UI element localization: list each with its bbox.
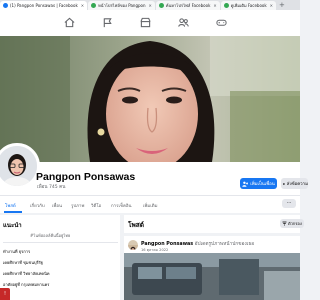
tab-more[interactable]: เพิ่มเติม [143,202,158,209]
intro-work: ทำงานที่ ธุรการ [3,249,31,254]
post-action: อัปเดตรูปภาพหน้าปกของเธอ [194,242,255,247]
profile-name: Pangpon Ponsawas [36,171,136,183]
browser-tab-4[interactable]: ดูเพิ่มเติม Facebook ✕ [220,1,277,10]
groups-icon[interactable] [176,15,190,29]
close-icon[interactable]: ✕ [213,3,216,8]
posts-header: โพสต์ ตัวกรอง [124,215,304,233]
add-friend-button[interactable]: เพิ่มเป็นเพื่อน [240,178,277,189]
tab-checkins[interactable]: การเช็คอิน [111,202,132,209]
intro-bio: #ไนท์ฮอลล์คืนนี้อยู่ไทย [30,233,71,238]
filter-label: ตัวกรอง [288,221,302,226]
post-photo[interactable] [124,253,300,300]
messenger-icon [283,182,285,185]
facebook-icon [3,3,8,8]
marketplace-icon[interactable] [138,15,152,29]
tab-photos[interactable]: รูปภาพ [71,202,84,209]
tab-videos[interactable]: วิดีโอ [91,202,101,209]
flag-icon[interactable] [100,15,114,29]
cover-photo[interactable] [0,36,300,162]
filter-button[interactable]: ตัวกรอง [280,219,304,228]
browser-tab-3[interactable]: ค้นหาโปรไฟล์ Facebook ✕ [155,1,220,10]
divider [3,242,118,243]
home-icon[interactable] [62,15,76,29]
message-button[interactable]: ส่งข้อความ [281,178,308,189]
page-icon [91,3,97,8]
intro-title: แนะนำ [3,222,22,229]
friends-count[interactable]: เพื่อน 745 คน [37,184,65,191]
more-options-button[interactable]: ··· [282,199,296,208]
intro-school-2: เคยศึกษาที่ วิทยาลัยเทคนิค [3,271,50,276]
posts-title: โพสต์ [128,221,144,229]
add-friend-icon [242,181,249,187]
tab-posts[interactable]: โพสต์ [5,202,16,209]
close-icon[interactable]: ✕ [270,3,273,8]
tab-label: ดูเพิ่มเติม Facebook [230,3,267,8]
filter-icon [282,221,287,226]
tab-label: (1) Pangpon Ponsawas | Facebook [10,3,78,8]
post-card: Pangpon Ponsawas อัปเดตรูปภาพหน้าปกของเธ… [124,236,300,300]
tab-friends[interactable]: เพื่อน [52,202,62,209]
intro-lives: อาศัยอยู่ที่ กรุงเทพมหานคร [3,282,50,287]
warning-badge[interactable]: ! [0,288,10,300]
intro-card: แนะนำ #ไนท์ฮอลล์คืนนี้อยู่ไทย ทำงานที่ ธ… [0,215,120,300]
page-icon [223,3,229,8]
close-icon[interactable]: ✕ [149,3,152,8]
post-author-avatar[interactable] [128,240,138,250]
tab-about[interactable]: เกี่ยวกับ [30,202,45,209]
close-icon[interactable]: ✕ [81,3,84,8]
tab-label: ค้นหาโปรไฟล์ Facebook [165,3,211,8]
new-tab-button[interactable]: + [279,0,285,10]
facebook-top-nav [0,10,300,37]
browser-tab-strip: (1) Pangpon Ponsawas | Facebook ✕ หน้าโป… [0,0,300,10]
message-label: ส่งข้อความ [286,182,308,187]
browser-tab-facebook-profile[interactable]: (1) Pangpon Ponsawas | Facebook ✕ [0,1,88,10]
tab-label: หน้าโปรไฟล์ของ Pangpon [98,3,146,8]
add-friend-label: เพิ่มเป็นเพื่อน [250,182,275,187]
profile-tabs: โพสต์ เกี่ยวกับ เพื่อน รูปภาพ วิดีโอ การ… [0,195,300,213]
intro-school-1: เคยศึกษาที่ ชุมชนบุรีรัฐ [3,260,43,265]
page-icon [158,3,164,8]
browser-tab-2[interactable]: หน้าโปรไฟล์ของ Pangpon ✕ [88,1,155,10]
gaming-icon[interactable] [214,15,228,29]
active-tab-indicator [4,211,22,213]
